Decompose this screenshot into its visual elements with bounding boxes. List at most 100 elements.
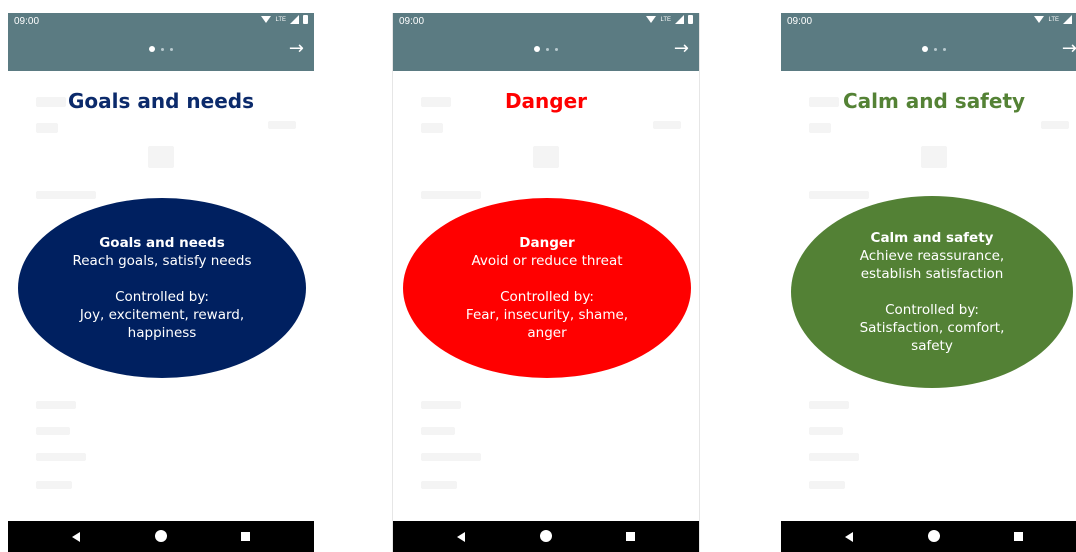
- controlled-by-line1: Satisfaction, comfort,: [859, 320, 1005, 336]
- page-dot: [170, 47, 173, 51]
- background-ghost-element: [421, 427, 455, 435]
- status-icons: LTE: [646, 15, 693, 24]
- controlled-by-line2: anger: [527, 325, 567, 341]
- controlled-by-line2: safety: [911, 338, 953, 354]
- signal-icon: [675, 15, 684, 24]
- lte-label: LTE: [660, 16, 671, 23]
- background-ghost-element: [36, 481, 72, 489]
- system-nav-bar: [781, 521, 1076, 552]
- background-ghost-element: [809, 481, 845, 489]
- background-ghost-element: [268, 121, 296, 129]
- phone-screen-danger: 09:00 LTE → Danger Danger Avoid or reduc…: [392, 13, 700, 552]
- background-ghost-element: [421, 453, 481, 461]
- system-nav-bar: [393, 521, 699, 552]
- controlled-by-line1: Joy, excitement, reward,: [79, 307, 245, 323]
- background-ghost-element: [809, 123, 831, 133]
- background-ghost-element: [36, 123, 58, 133]
- controlled-by-line1: Fear, insecurity, shame,: [465, 307, 629, 323]
- system-ellipse: Danger Avoid or reduce threat Controlled…: [403, 198, 691, 378]
- ellipse-description-line2: establish satisfaction: [860, 266, 1004, 282]
- status-icons: LTE: [1034, 15, 1076, 24]
- screen-content: Goals and needs Goals and needs Reach go…: [8, 71, 314, 521]
- background-ghost-element: [36, 191, 96, 199]
- page-dot: [161, 47, 164, 51]
- phone-screen-calm: 09:00 LTE → Calm and safety Calm and saf…: [781, 13, 1076, 552]
- battery-icon: [688, 15, 693, 24]
- system-ellipse: Goals and needs Reach goals, satisfy nee…: [18, 198, 306, 378]
- home-icon[interactable]: [928, 530, 940, 542]
- next-arrow-icon[interactable]: →: [1062, 38, 1076, 59]
- page-dot: [943, 47, 946, 51]
- signal-icon: [290, 15, 299, 24]
- page-indicator: [393, 46, 699, 52]
- background-ghost-element: [148, 146, 174, 168]
- back-icon[interactable]: [845, 532, 853, 542]
- status-time: 09:00: [399, 16, 425, 27]
- status-icons: LTE: [261, 15, 308, 24]
- wifi-icon: [646, 16, 657, 23]
- ellipse-description: Achieve reassurance,: [859, 248, 1005, 264]
- app-bar: →: [781, 30, 1076, 71]
- status-bar: 09:00 LTE: [8, 13, 314, 30]
- back-icon[interactable]: [457, 532, 465, 542]
- background-ghost-element: [1041, 121, 1069, 129]
- status-bar: 09:00 LTE: [781, 13, 1076, 30]
- page-indicator: [781, 46, 1076, 52]
- back-icon[interactable]: [72, 532, 80, 542]
- recents-icon[interactable]: [241, 532, 250, 541]
- ellipse-title: Calm and safety: [870, 230, 994, 246]
- controlled-by-label: Controlled by:: [115, 289, 209, 305]
- controlled-by-label: Controlled by:: [500, 289, 594, 305]
- page-dot: [555, 47, 558, 51]
- lte-label: LTE: [1048, 16, 1059, 23]
- recents-icon[interactable]: [1014, 532, 1023, 541]
- page-dot-active: [149, 46, 155, 52]
- status-time: 09:00: [14, 16, 40, 27]
- background-ghost-element: [809, 453, 859, 461]
- screen-heading: Danger: [504, 89, 588, 113]
- battery-icon: [303, 15, 308, 24]
- background-ghost-element: [421, 481, 457, 489]
- status-bar: 09:00 LTE: [393, 13, 699, 30]
- background-ghost-element: [421, 123, 443, 133]
- page-dot: [934, 47, 937, 51]
- home-icon[interactable]: [540, 530, 552, 542]
- background-ghost-element: [809, 427, 843, 435]
- controlled-by-label: Controlled by:: [885, 302, 979, 318]
- app-bar: →: [393, 30, 699, 71]
- background-ghost-element: [809, 191, 869, 199]
- background-ghost-element: [36, 401, 76, 409]
- background-ghost-element: [533, 146, 559, 168]
- screen-content: Danger Danger Avoid or reduce threat Con…: [393, 71, 699, 521]
- signal-icon: [1063, 15, 1072, 24]
- system-nav-bar: [8, 521, 314, 552]
- screenshot-stage: 09:00 LTE → Goals and needs Goals and ne…: [0, 0, 1076, 552]
- background-ghost-element: [809, 401, 849, 409]
- lte-label: LTE: [275, 16, 286, 23]
- screen-heading: Calm and safety: [842, 89, 1026, 113]
- background-ghost-element: [421, 191, 481, 199]
- background-ghost-element: [36, 453, 86, 461]
- wifi-icon: [261, 16, 272, 23]
- page-dot: [546, 47, 549, 51]
- background-ghost-element: [36, 427, 70, 435]
- background-ghost-element: [921, 146, 947, 168]
- recents-icon[interactable]: [626, 532, 635, 541]
- ellipse-description: Reach goals, satisfy needs: [72, 253, 252, 269]
- page-dot-active: [922, 46, 928, 52]
- ellipse-title: Goals and needs: [99, 235, 225, 251]
- home-icon[interactable]: [155, 530, 167, 542]
- app-bar: →: [8, 30, 314, 71]
- next-arrow-icon[interactable]: →: [289, 38, 304, 59]
- wifi-icon: [1034, 16, 1045, 23]
- page-dot-active: [534, 46, 540, 52]
- next-arrow-icon[interactable]: →: [674, 38, 689, 59]
- screen-content: Calm and safety Calm and safety Achieve …: [781, 71, 1076, 521]
- background-ghost-element: [653, 121, 681, 129]
- phone-screen-goals: 09:00 LTE → Goals and needs Goals and ne…: [8, 13, 314, 552]
- controlled-by-line2: happiness: [127, 325, 197, 341]
- system-ellipse: Calm and safety Achieve reassurance, est…: [791, 196, 1073, 388]
- page-indicator: [8, 46, 314, 52]
- ellipse-description: Avoid or reduce threat: [471, 253, 623, 269]
- ellipse-title: Danger: [519, 235, 575, 251]
